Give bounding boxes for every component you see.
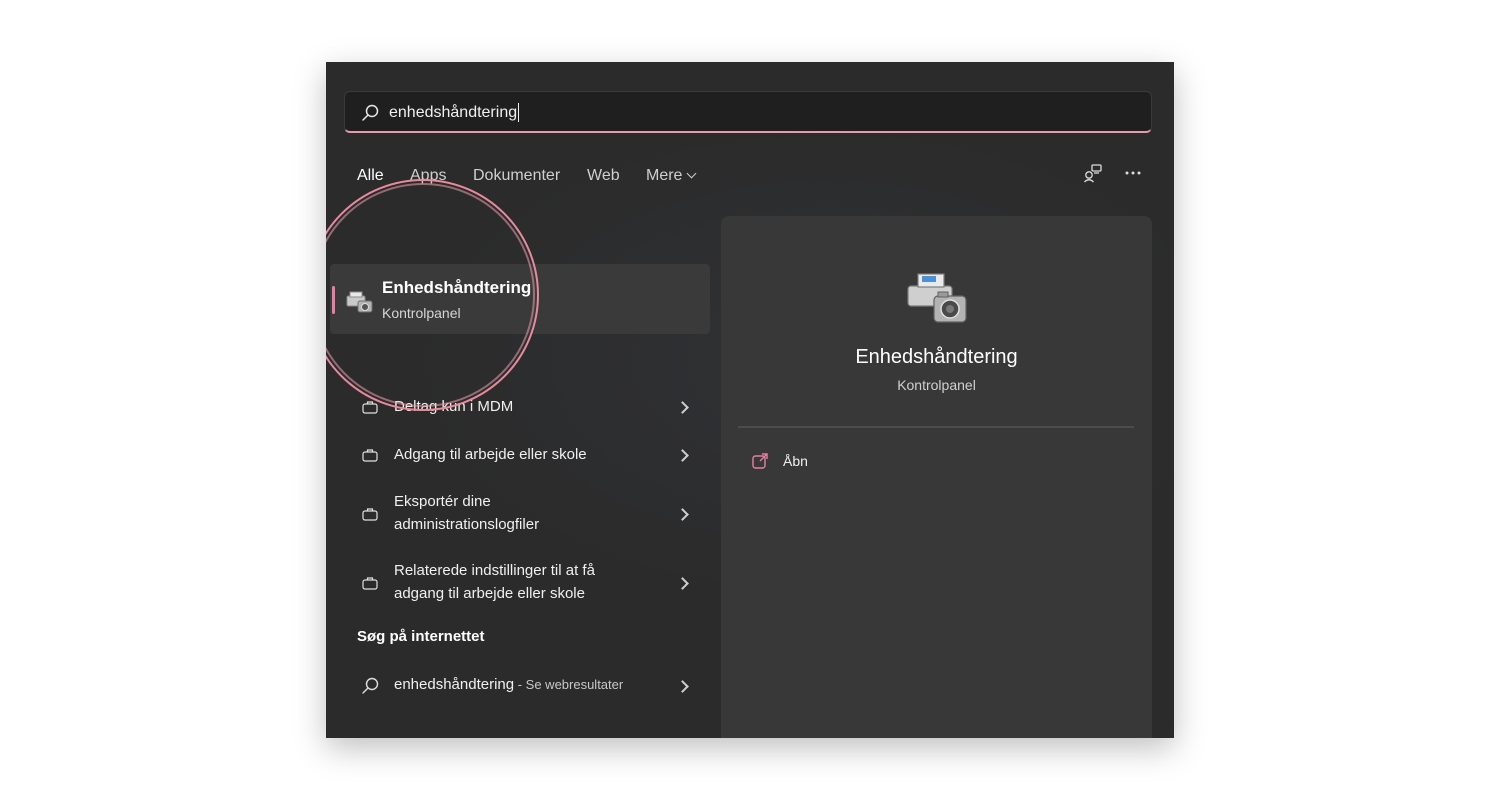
web-result-query: enhedshåndtering: [394, 676, 515, 693]
list-item-label: Relaterede indstillinger til at få adgan…: [394, 562, 595, 602]
best-match-result[interactable]: Enhedshåndtering Kontrolpanel: [330, 264, 710, 334]
open-action-label: Åbn: [783, 453, 808, 469]
briefcase-icon: [362, 577, 378, 590]
web-result-suffix: - Se webresultater: [514, 677, 624, 692]
share-devices-icon[interactable]: [1082, 162, 1104, 184]
web-result-text: enhedshåndtering - Se webresultater: [394, 676, 623, 693]
best-match-subtitle: Kontrolpanel: [382, 305, 461, 321]
list-item[interactable]: Eksportér dine administrationslogfiler: [356, 490, 696, 538]
device-manager-icon: [907, 273, 967, 323]
list-item[interactable]: Adgang til arbejde eller skole: [356, 443, 696, 467]
chevron-right-icon: [676, 449, 689, 462]
chevron-down-icon: [687, 168, 697, 179]
selection-accent: [332, 286, 335, 314]
start-search-panel: enhedshåndtering Alle Apps Dokumenter We…: [326, 62, 1174, 738]
chevron-right-icon: [676, 577, 689, 590]
search-input[interactable]: enhedshåndtering: [344, 91, 1152, 133]
search-icon: [362, 104, 379, 121]
chevron-right-icon: [676, 680, 689, 693]
tab-mere[interactable]: Mere: [646, 166, 697, 186]
divider: [738, 426, 1134, 428]
best-match-title: Enhedshåndtering: [382, 278, 532, 297]
tab-mere-label: Mere: [646, 167, 683, 184]
web-search-result[interactable]: enhedshåndtering - Se webresultater: [356, 674, 696, 698]
more-options-icon[interactable]: [1122, 162, 1144, 184]
list-item-label: Eksportér dine administrationslogfiler: [394, 493, 540, 533]
briefcase-icon: [362, 508, 378, 521]
detail-title: Enhedshåndtering: [855, 346, 1018, 368]
web-section-heading: Søg på internettet: [357, 628, 485, 645]
detail-pane: Enhedshåndtering Kontrolpanel Åbn: [721, 216, 1152, 738]
list-item-label: Adgang til arbejde eller skole: [394, 446, 587, 463]
search-query-text: enhedshåndtering: [389, 103, 520, 122]
detail-subtitle: Kontrolpanel: [897, 377, 976, 393]
tab-dokumenter[interactable]: Dokumenter: [473, 166, 560, 186]
tab-apps[interactable]: Apps: [410, 166, 446, 186]
tab-alle[interactable]: Alle: [357, 166, 384, 186]
briefcase-icon: [362, 401, 378, 414]
briefcase-icon: [362, 449, 378, 462]
tab-web[interactable]: Web: [587, 166, 620, 186]
chevron-right-icon: [676, 508, 689, 521]
list-item[interactable]: Relaterede indstillinger til at få adgan…: [356, 559, 696, 607]
list-item-label: Deltag kun i MDM: [394, 398, 514, 415]
chevron-right-icon: [676, 401, 689, 414]
search-icon: [362, 677, 379, 694]
list-item[interactable]: Deltag kun i MDM: [356, 395, 696, 419]
device-manager-icon: [346, 291, 373, 313]
open-external-icon: [752, 453, 768, 469]
